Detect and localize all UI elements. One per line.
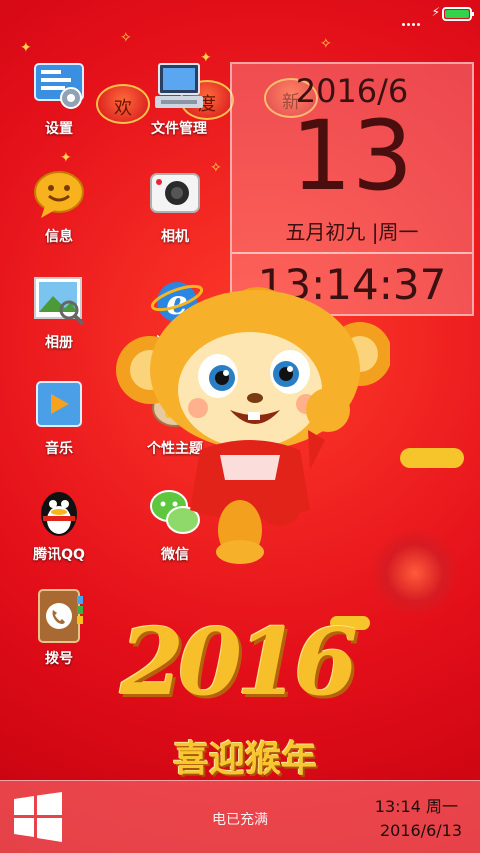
taskbar: 电已充满 13:14 周一 2016/6/13 — [0, 780, 480, 853]
app-music[interactable]: 音乐 — [14, 378, 104, 458]
tray-time-weekday[interactable]: 13:14 周一 — [375, 793, 458, 817]
widget-day: 13 — [290, 100, 414, 212]
camera-icon — [147, 166, 203, 222]
widget-lunar-weekday: 五月初九 |周一 — [285, 220, 419, 244]
app-label: 设置 — [45, 121, 73, 137]
qq-icon — [31, 484, 87, 540]
status-bar: ⚡ — [0, 0, 480, 28]
app-label: 相机 — [161, 229, 189, 245]
app-label: 腾讯QQ — [33, 547, 85, 563]
app-messages[interactable]: 信息 — [14, 166, 104, 246]
dialer-icon — [31, 588, 87, 644]
app-settings[interactable]: 设置 — [14, 58, 104, 138]
monkey-mascot-image — [110, 280, 392, 570]
widget-divider — [232, 252, 472, 254]
app-label: 相册 — [45, 335, 73, 351]
charging-icon: ⚡ — [431, 5, 440, 19]
charge-status-text: 电已充满 — [212, 812, 268, 828]
gallery-icon — [31, 272, 87, 328]
app-label: 信息 — [45, 229, 73, 245]
settings-icon — [31, 58, 87, 114]
windows-start-icon[interactable] — [12, 791, 64, 843]
app-camera[interactable]: 相机 — [130, 166, 220, 246]
app-label: 拨号 — [45, 651, 73, 667]
battery-level — [445, 10, 469, 18]
app-dialer[interactable]: 拨号 — [14, 588, 104, 668]
battery-icon — [442, 7, 474, 21]
greeting-year: 2016 — [120, 608, 358, 716]
messages-icon — [31, 166, 87, 222]
app-gallery[interactable]: 相册 — [14, 272, 104, 352]
clock-widget[interactable]: 2016/6 13 五月初九 |周一 13:14:37 — [230, 62, 474, 316]
tray-date[interactable]: 2016/6/13 — [380, 821, 462, 840]
app-file-manager[interactable]: 文件管理 — [134, 58, 224, 138]
app-label: 文件管理 — [151, 121, 207, 137]
greeting-text: 喜迎猴年 — [172, 738, 317, 780]
music-icon — [31, 378, 87, 434]
file-manager-icon — [151, 58, 207, 114]
cloud-decor — [400, 448, 464, 468]
app-qq[interactable]: 腾讯QQ — [14, 484, 104, 564]
app-label: 音乐 — [45, 441, 73, 457]
signal-icon — [402, 11, 426, 26]
